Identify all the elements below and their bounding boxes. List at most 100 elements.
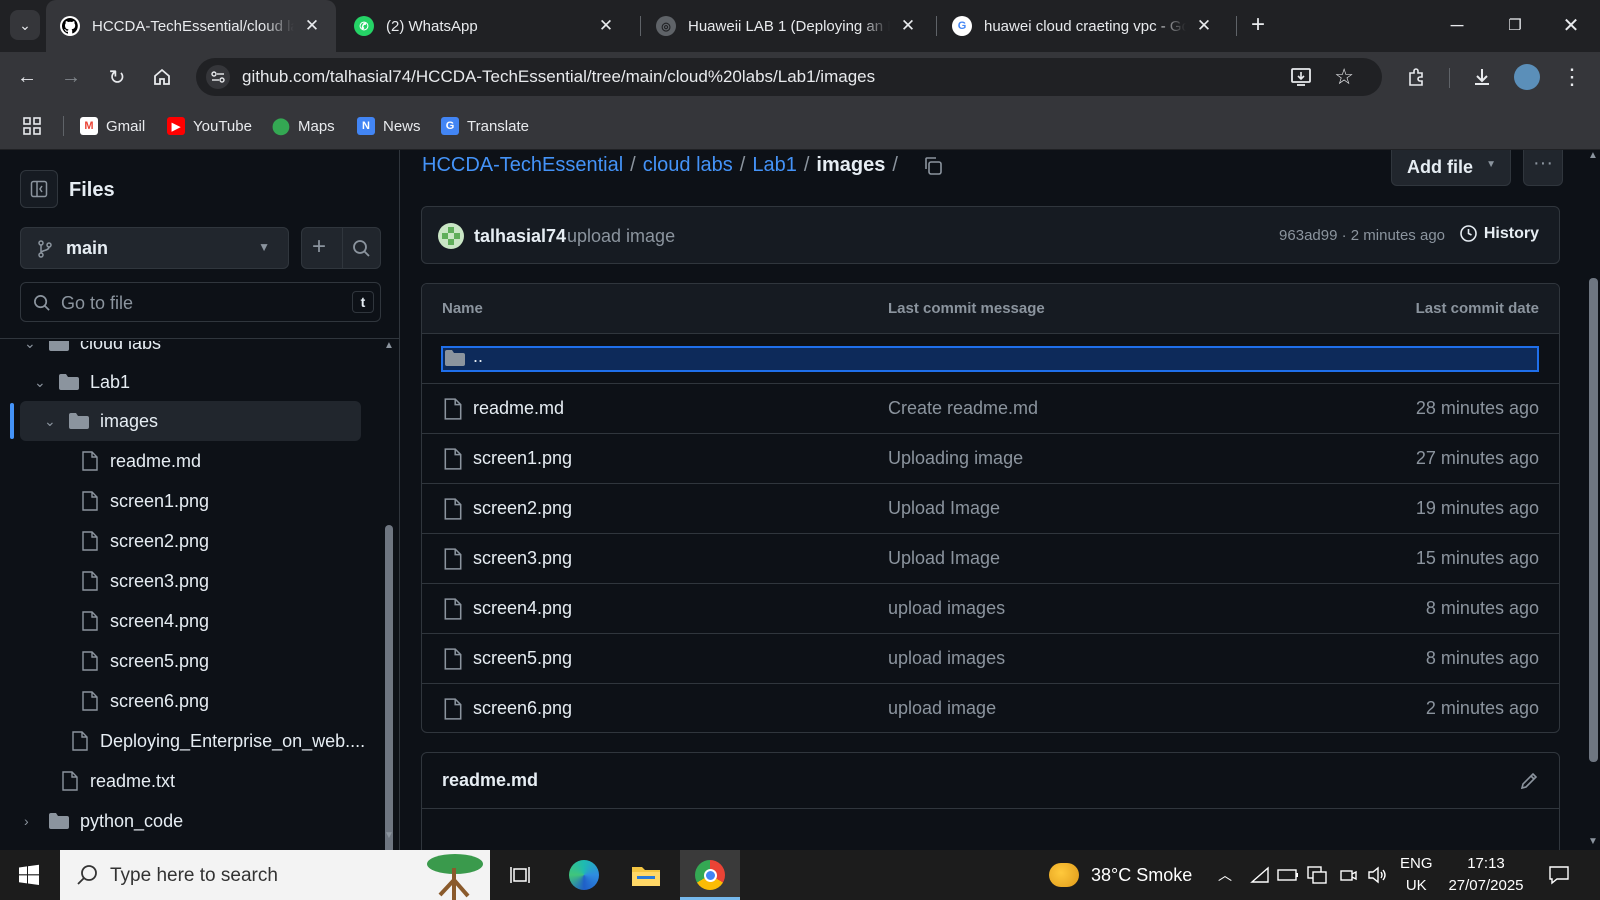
table-row[interactable]: screen1.png Uploading image 27 minutes ago — [422, 433, 1559, 483]
bookmark-star-icon[interactable]: ☆ — [1334, 64, 1354, 90]
commit-message-link[interactable]: Uploading image — [888, 448, 1023, 469]
scroll-up-icon[interactable]: ▲ — [1588, 150, 1598, 161]
tab-google-search[interactable]: G huawei cloud craeting vpc - Google Sea… — [938, 0, 1228, 52]
scroll-thumb[interactable] — [1589, 278, 1598, 762]
tree-item-file[interactable]: readme.txt — [0, 761, 360, 801]
commit-message-link[interactable]: upload images — [888, 598, 1005, 619]
tree-item-lab1[interactable]: ⌄ Lab1 — [0, 362, 360, 402]
scroll-down-icon[interactable]: ▼ — [1588, 836, 1598, 847]
go-to-file-input[interactable]: Go to file t — [20, 282, 381, 322]
parent-directory-row[interactable]: .. — [422, 333, 1559, 383]
breadcrumb-cloud-labs-link[interactable]: cloud labs — [643, 154, 733, 177]
sidebar-scrollbar[interactable]: ▲ ▼ — [382, 340, 396, 850]
pencil-icon[interactable] — [1519, 771, 1539, 791]
bookmark-youtube[interactable]: ▶ YouTube — [167, 114, 252, 138]
table-row[interactable]: screen6.png upload image 2 minutes ago — [422, 683, 1559, 732]
menu-icon[interactable]: ⋮ — [1557, 62, 1587, 92]
file-name-link[interactable]: screen4.png — [473, 598, 572, 619]
profile-avatar[interactable] — [1512, 62, 1542, 92]
tab-whatsapp[interactable]: ✆ (2) WhatsApp ✕ — [340, 0, 630, 52]
history-button[interactable]: History — [1459, 224, 1539, 243]
restore-icon[interactable]: ❐ — [1486, 0, 1544, 50]
file-name-link[interactable]: screen2.png — [473, 498, 572, 519]
tree-item-file[interactable]: screen3.png — [0, 561, 360, 601]
chrome-taskbar-icon[interactable] — [680, 850, 740, 900]
scroll-thumb[interactable] — [385, 525, 393, 850]
readme-title[interactable]: readme.md — [442, 770, 538, 791]
show-hidden-icons-icon[interactable]: ︿ — [1218, 850, 1232, 900]
page-scrollbar[interactable]: ▲ ▼ — [1586, 150, 1600, 850]
tree-item-file[interactable]: screen6.png — [0, 681, 360, 721]
tree-item-file[interactable]: screen2.png — [0, 521, 360, 561]
scroll-up-icon[interactable]: ▲ — [384, 340, 394, 351]
volume-icon[interactable] — [1367, 850, 1387, 900]
file-name-link[interactable]: screen3.png — [473, 548, 572, 569]
tree-item-python-code[interactable]: › python_code — [0, 801, 360, 841]
network-icon[interactable] — [1250, 850, 1270, 900]
table-row[interactable]: screen5.png upload images 8 minutes ago — [422, 633, 1559, 683]
battery-icon[interactable] — [1277, 850, 1299, 900]
site-info-icon[interactable] — [206, 65, 230, 89]
tree-item-file[interactable]: screen1.png — [0, 481, 360, 521]
commit-author[interactable]: talhasial74 — [474, 226, 566, 247]
tree-item-images[interactable]: ⌄ images — [20, 401, 361, 441]
meet-icon[interactable] — [1339, 850, 1357, 900]
extensions-icon[interactable] — [1401, 62, 1431, 92]
download-icon[interactable] — [1467, 62, 1497, 92]
bookmark-maps[interactable]: ⬤ Maps — [272, 114, 335, 138]
close-icon[interactable]: ✕ — [1194, 16, 1214, 36]
file-name-link[interactable]: readme.md — [473, 398, 564, 419]
address-bar[interactable]: github.com/talhasial74/HCCDA-TechEssenti… — [196, 58, 1382, 96]
commit-message-link[interactable]: Create readme.md — [888, 398, 1038, 419]
bookmark-translate[interactable]: G Translate — [441, 114, 529, 138]
tree-item-file[interactable]: screen4.png — [0, 601, 360, 641]
file-name-link[interactable]: screen5.png — [473, 648, 572, 669]
edge-icon[interactable] — [556, 850, 612, 900]
avatar[interactable] — [438, 223, 464, 249]
commit-message-link[interactable]: Upload Image — [888, 548, 1000, 569]
table-row[interactable]: screen4.png upload images 8 minutes ago — [422, 583, 1559, 633]
more-options-button[interactable]: ··· — [1523, 150, 1563, 186]
table-row[interactable]: screen2.png Upload Image 19 minutes ago — [422, 483, 1559, 533]
breadcrumb-lab1-link[interactable]: Lab1 — [752, 154, 797, 177]
taskbar-search-box[interactable]: Type here to search — [60, 850, 490, 900]
copy-path-icon[interactable] — [923, 156, 943, 176]
tree-item-file[interactable]: readme.md — [0, 441, 360, 481]
close-icon[interactable]: ✕ — [302, 16, 322, 36]
close-icon[interactable]: ✕ — [898, 16, 918, 36]
bookmark-news[interactable]: N News — [357, 114, 421, 138]
table-row[interactable]: readme.md Create readme.md 28 minutes ago — [422, 383, 1559, 433]
new-tab-icon[interactable]: + — [1243, 10, 1273, 40]
collapse-sidebar-button[interactable] — [20, 170, 58, 208]
windows-start-icon[interactable] — [0, 850, 58, 900]
forward-icon[interactable]: → — [56, 62, 86, 92]
commit-meta[interactable]: 963ad99 · 2 minutes ago — [1279, 227, 1445, 244]
branch-selector[interactable]: main ▼ — [20, 227, 289, 269]
commit-message[interactable]: upload image — [567, 226, 675, 247]
table-row[interactable]: screen3.png Upload Image 15 minutes ago — [422, 533, 1559, 583]
breadcrumb-repo-link[interactable]: HCCDA-TechEssential — [422, 154, 623, 177]
file-explorer-icon[interactable] — [618, 850, 674, 900]
commit-message-link[interactable]: Upload Image — [888, 498, 1000, 519]
window-close-icon[interactable]: ✕ — [1542, 0, 1600, 50]
tree-item-file[interactable]: Deploying_Enterprise_on_web.... — [0, 721, 365, 761]
apps-grid-icon[interactable] — [22, 114, 42, 138]
add-file-icon[interactable]: + — [312, 233, 326, 261]
file-name-link[interactable]: screen6.png — [473, 698, 572, 719]
weather-widget[interactable]: 38°C Smoke — [1049, 850, 1192, 900]
minimize-icon[interactable]: ─ — [1428, 0, 1486, 50]
commit-message-link[interactable]: upload images — [888, 648, 1005, 669]
tab-huawei-lab[interactable]: ◎ Huaweii LAB 1 (Deploying an Enterprise… — [642, 0, 932, 52]
bookmark-gmail[interactable]: M Gmail — [80, 114, 145, 138]
tab-github[interactable]: HCCDA-TechEssential/cloud labs ✕ — [46, 0, 336, 52]
back-icon[interactable]: ← — [12, 62, 42, 92]
scroll-down-icon[interactable]: ▼ — [384, 830, 394, 841]
language-indicator[interactable]: ENG UK — [1400, 850, 1433, 900]
notifications-icon[interactable] — [1548, 850, 1570, 900]
file-name-link[interactable]: screen1.png — [473, 448, 572, 469]
tab-search-button[interactable]: ⌄ — [10, 10, 40, 40]
commit-message-link[interactable]: upload image — [888, 698, 996, 719]
search-icon[interactable] — [352, 239, 371, 258]
tree-item-cloud-labs[interactable]: ⌄ cloud labs — [0, 341, 360, 363]
install-app-icon[interactable] — [1290, 66, 1312, 93]
